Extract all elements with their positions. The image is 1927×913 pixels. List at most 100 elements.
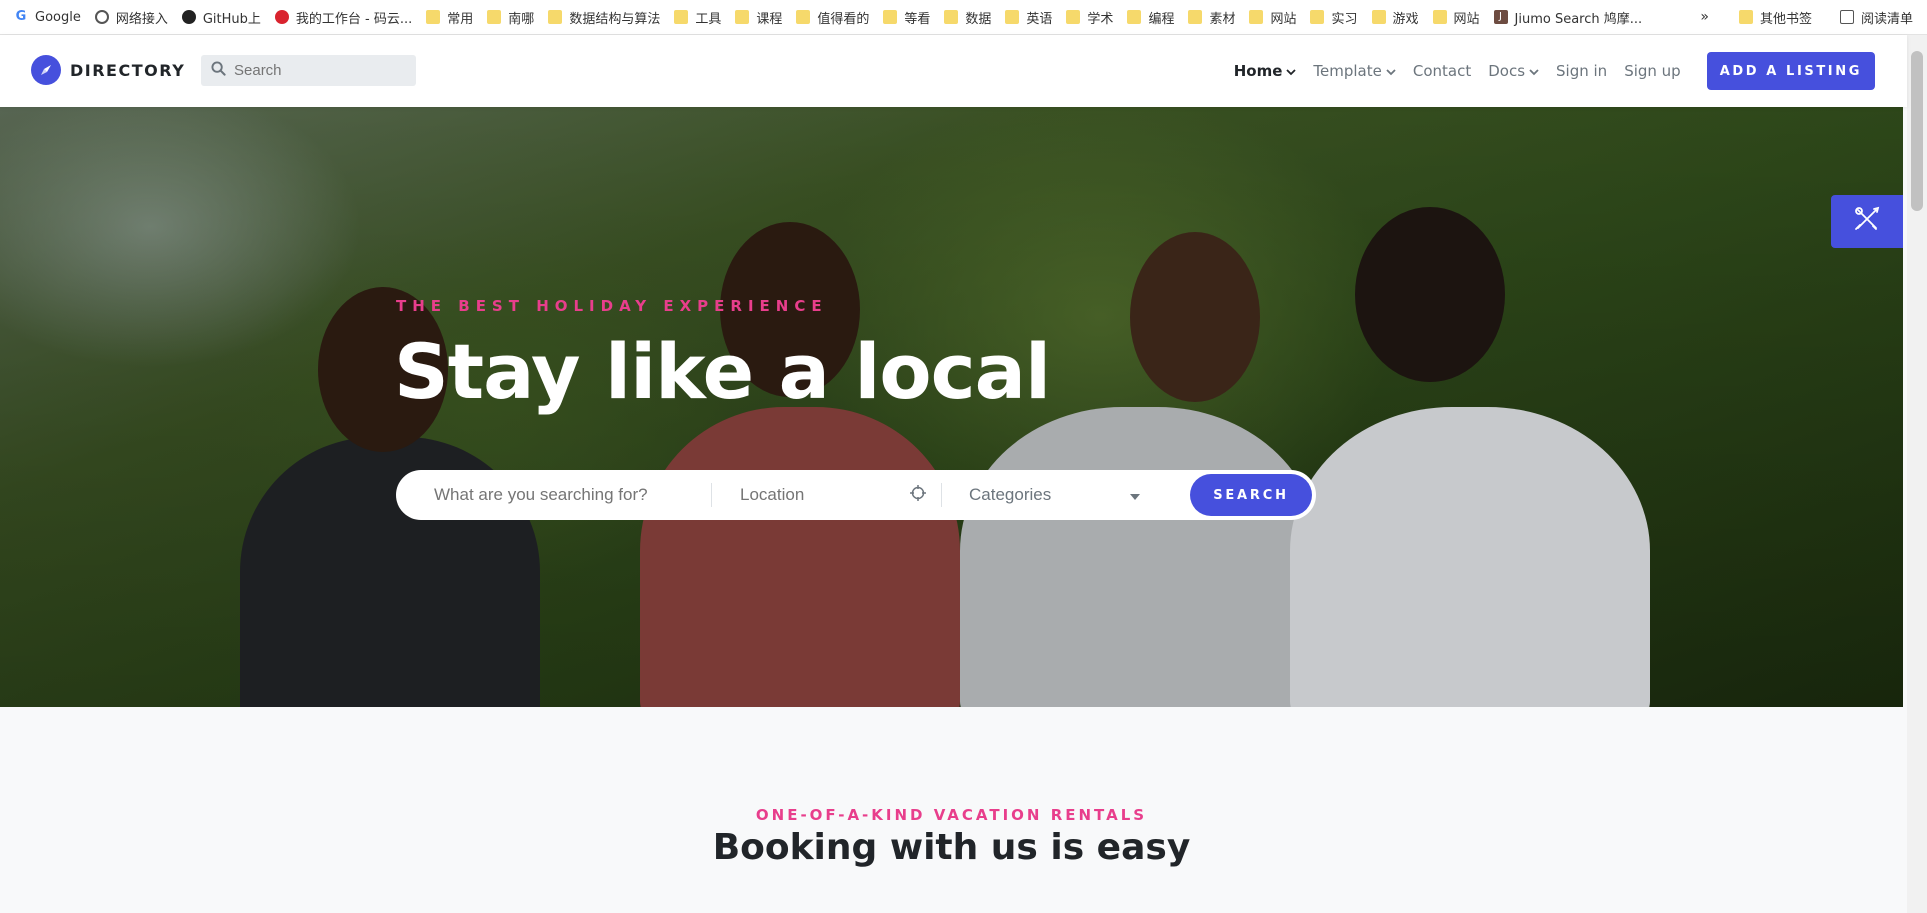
folder-icon — [796, 10, 811, 24]
search-button[interactable]: SEARCH — [1190, 474, 1312, 516]
hero-title: Stay like a local — [394, 327, 1051, 416]
bookmark-item[interactable]: 数据结构与算法 — [548, 8, 660, 27]
folder-icon — [548, 10, 563, 24]
section-subtitle: ONE-OF-A-KIND VACATION RENTALS — [755, 806, 1148, 824]
bookmark-item[interactable]: G Google — [14, 10, 81, 25]
bookmark-item[interactable]: 网络接入 — [94, 8, 168, 27]
bookmark-item[interactable]: 等看 — [883, 8, 930, 27]
folder-icon — [735, 10, 750, 24]
nav-docs-label: Docs — [1488, 62, 1526, 80]
chevron-down-icon — [1286, 62, 1297, 80]
bookmark-item[interactable]: 数据 — [944, 8, 991, 27]
reading-list[interactable]: 阅读清单 — [1839, 8, 1913, 27]
bookmark-label: 实习 — [1331, 11, 1358, 27]
bookmark-label: 数据 — [965, 11, 992, 27]
nav-sign-in[interactable]: Sign in — [1556, 62, 1607, 80]
jiumo-icon: J — [1493, 10, 1508, 24]
bookmark-other-label: 其他书签 — [1759, 11, 1812, 27]
categories-label: Categories — [969, 485, 1052, 504]
bookmark-item[interactable]: 值得看的 — [796, 8, 869, 27]
chevron-down-icon — [1529, 62, 1539, 80]
nav-contact-label: Contact — [1412, 62, 1472, 80]
nav-template[interactable]: Template — [1313, 62, 1396, 80]
scroll-thumb[interactable] — [1911, 51, 1923, 211]
bookmark-label: 网站 — [1453, 11, 1480, 27]
nav-home[interactable]: Home — [1234, 62, 1297, 80]
bookmark-label: 课程 — [756, 11, 783, 27]
folder-icon — [1371, 10, 1386, 24]
bookmarks-more-button[interactable]: » — [1700, 9, 1709, 25]
compass-icon — [31, 55, 61, 85]
folder-icon — [944, 10, 959, 24]
bookmark-item[interactable]: GitHub上 — [181, 8, 261, 27]
bookmark-item[interactable]: J Jiumo Search 鸠摩... — [1493, 8, 1642, 27]
google-icon: G — [15, 9, 27, 24]
bookmark-item[interactable]: 我的工作台 - 码云... — [274, 8, 413, 27]
nav-contact[interactable]: Contact — [1413, 62, 1471, 80]
bookmark-item[interactable]: 课程 — [735, 8, 782, 27]
bookmark-label: 工具 — [695, 11, 722, 27]
nav-sign-up-label: Sign up — [1624, 62, 1681, 80]
folder-icon — [426, 10, 441, 24]
brand[interactable]: DIRECTORY — [31, 55, 185, 85]
folder-icon — [674, 10, 689, 24]
github-icon — [181, 10, 196, 24]
folder-icon — [1188, 10, 1203, 24]
bookmark-label: 常用 — [447, 11, 474, 27]
nav-sign-up[interactable]: Sign up — [1624, 62, 1681, 80]
bookmark-label: 游戏 — [1392, 11, 1419, 27]
bookmark-label: GitHub上 — [202, 11, 261, 27]
bookmark-item[interactable]: 南哪 — [487, 8, 534, 27]
bookmark-item[interactable]: 素材 — [1188, 8, 1235, 27]
search-icon — [211, 60, 226, 81]
bookmark-item[interactable]: 英语 — [1005, 8, 1052, 27]
nav-docs[interactable]: Docs — [1488, 62, 1539, 80]
globe-icon — [94, 10, 109, 24]
hero-subtitle: THE BEST HOLIDAY EXPERIENCE — [396, 297, 828, 315]
folder-icon — [1310, 10, 1325, 24]
reading-list-icon — [1839, 10, 1854, 24]
bookmark-item[interactable]: 工具 — [674, 8, 721, 27]
booking-section: ONE-OF-A-KIND VACATION RENTALS Booking w… — [0, 707, 1903, 913]
bookmark-label: 素材 — [1209, 11, 1236, 27]
bookmark-item[interactable]: 实习 — [1310, 8, 1358, 27]
page-scrollbar[interactable] — [1907, 35, 1927, 913]
nav-sign-in-label: Sign in — [1556, 62, 1608, 80]
bookmark-label: 编程 — [1148, 11, 1175, 27]
nav-template-label: Template — [1313, 62, 1382, 80]
folder-icon — [1005, 10, 1020, 24]
bookmark-other[interactable]: 其他书签 — [1738, 8, 1812, 27]
bookmark-item[interactable]: 游戏 — [1371, 8, 1419, 27]
nav-home-label: Home — [1233, 62, 1283, 80]
folder-icon — [1432, 10, 1447, 24]
bookmark-item[interactable]: 学术 — [1066, 8, 1113, 27]
bookmark-item[interactable]: 网站 — [1432, 8, 1480, 27]
bookmark-label: 等看 — [904, 11, 931, 27]
style-switcher-button[interactable] — [1831, 195, 1903, 248]
bookmark-label: 数据结构与算法 — [569, 11, 661, 27]
bookmark-label: 网站 — [1270, 11, 1297, 27]
search-location-field[interactable] — [712, 483, 942, 507]
chevron-down-icon — [1386, 62, 1396, 80]
add-listing-button[interactable]: ADD A LISTING — [1706, 52, 1875, 90]
crosshair-icon[interactable] — [909, 484, 927, 507]
bookmark-item[interactable]: 编程 — [1127, 8, 1174, 27]
section-title: Booking with us is easy — [712, 827, 1191, 868]
folder-icon — [487, 10, 502, 24]
bookmark-label: 南哪 — [508, 11, 535, 27]
folder-icon — [883, 10, 898, 24]
bookmark-item[interactable]: 网站 — [1249, 8, 1296, 27]
nav-links: Home Template Contact Docs Sign in Sign … — [1217, 51, 1875, 91]
nav-search[interactable] — [201, 55, 416, 86]
caret-down-icon — [1130, 485, 1140, 505]
navbar: DIRECTORY Home Template Contact Docs Sig… — [0, 35, 1907, 107]
nav-search-input[interactable] — [232, 61, 406, 80]
categories-select[interactable]: Categories — [942, 470, 1172, 520]
search-what-input[interactable] — [432, 484, 696, 506]
search-what-field[interactable] — [396, 483, 712, 507]
search-location-input[interactable] — [738, 484, 902, 506]
bookmark-item[interactable]: 常用 — [426, 8, 473, 27]
bookmark-label: 我的工作台 - 码云... — [295, 11, 413, 27]
bookmark-label: Google — [35, 9, 81, 25]
reading-list-label: 阅读清单 — [1860, 11, 1913, 27]
